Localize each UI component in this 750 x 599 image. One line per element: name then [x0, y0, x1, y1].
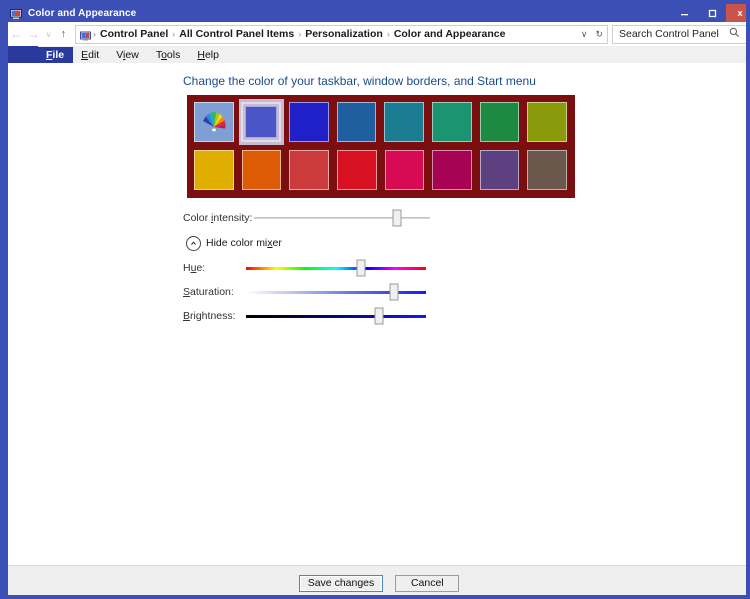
swatch-indigo-blue[interactable] — [238, 99, 285, 145]
swatch-row-2 — [194, 150, 575, 190]
color-intensity-label: Color intensity: — [183, 212, 253, 224]
window-icon — [10, 7, 22, 19]
breadcrumb-separator: › — [298, 29, 302, 39]
search-input[interactable]: Search Control Panel — [612, 24, 746, 44]
slider-row-brightness: Brightness: — [183, 304, 583, 328]
hide-color-mixer-label: Hide color mixer — [206, 237, 282, 249]
brightness-thumb[interactable] — [374, 307, 384, 325]
breadcrumb[interactable]: › Control Panel › All Control Panel Item… — [75, 24, 608, 44]
swatch-selection-frame — [241, 102, 282, 142]
saturation-thumb[interactable] — [389, 283, 399, 301]
maximize-button[interactable] — [698, 4, 726, 22]
swatch-magenta-purple[interactable] — [432, 150, 472, 190]
slider-row-saturation: Saturation: — [183, 280, 583, 304]
swatch-taupe-brown[interactable] — [527, 150, 567, 190]
breadcrumb-separator: › — [386, 29, 390, 39]
content-area: Change the color of your taskbar, window… — [8, 63, 746, 565]
slider-row-hue: Hue: — [183, 256, 583, 280]
breadcrumb-item-color-and-appearance[interactable]: Color and Appearance — [392, 28, 508, 40]
brightness-track[interactable] — [246, 314, 426, 318]
breadcrumb-item-personalization[interactable]: Personalization — [303, 28, 385, 40]
swatch-teal-blue[interactable] — [384, 102, 425, 142]
search-icon[interactable] — [729, 25, 740, 43]
menu-bar-accent — [8, 46, 38, 63]
saturation-track-wrap[interactable] — [246, 283, 426, 301]
color-intensity-track-wrap[interactable] — [254, 209, 430, 227]
breadcrumb-dropdown-icon[interactable]: ∨ — [577, 29, 592, 40]
save-changes-button[interactable]: Save changes — [298, 574, 384, 592]
swatch-pumpkin-orange[interactable] — [241, 150, 282, 190]
swatch-royal-blue[interactable] — [289, 102, 329, 142]
command-bar: Save changes Cancel — [8, 565, 746, 595]
menu-bar: File Edit View Tools Help — [8, 46, 746, 63]
swatch-custom-color-picker[interactable] — [194, 102, 234, 142]
menu-item-view[interactable]: View — [108, 47, 148, 63]
cancel-button[interactable]: Cancel — [395, 574, 460, 592]
menu-item-tools[interactable]: Tools — [148, 47, 190, 63]
hue-track[interactable] — [246, 266, 426, 270]
brightness-track-wrap[interactable] — [246, 307, 426, 325]
hue-label: Hue: — [183, 262, 206, 274]
menu-item-file[interactable]: File — [38, 46, 74, 63]
swatch-row-1 — [194, 99, 575, 145]
control-panel-icon — [80, 29, 91, 41]
color-intensity-thumb[interactable] — [392, 209, 402, 227]
breadcrumb-item-all-control-panel-items[interactable]: All Control Panel Items — [177, 28, 296, 40]
back-button[interactable]: ← — [8, 23, 25, 45]
brightness-label: Brightness: — [183, 310, 236, 322]
saturation-label: Saturation: — [183, 286, 234, 298]
breadcrumb-separator: › — [172, 29, 176, 39]
hue-thumb[interactable] — [356, 259, 366, 277]
saturation-track[interactable] — [246, 290, 426, 294]
slider-row-color-intensity: Color intensity: — [183, 206, 583, 230]
swatch-olive-green[interactable] — [527, 102, 568, 142]
color-intensity-track[interactable] — [254, 217, 430, 219]
swatch-brick-red[interactable] — [289, 150, 329, 190]
swatch-emerald-green[interactable] — [479, 102, 520, 142]
chevron-up-circle-icon[interactable] — [186, 235, 201, 251]
swatch-steel-blue[interactable] — [336, 102, 377, 142]
breadcrumb-separator: › — [93, 29, 96, 39]
page-title: Change the color of your taskbar, window… — [183, 74, 536, 88]
swatch-sea-green[interactable] — [432, 102, 472, 142]
swatch-gold-yellow[interactable] — [194, 150, 234, 190]
swatch-violet-purple[interactable] — [479, 150, 520, 190]
menu-item-edit[interactable]: Edit — [73, 47, 108, 63]
breadcrumb-item-control-panel[interactable]: Control Panel — [98, 28, 170, 40]
slider-area: Color intensity: Hue: Saturation: Bright… — [183, 206, 583, 328]
window-frame: Color and Appearance x ← → ∨ ↑ › Control… — [0, 0, 750, 599]
hide-color-mixer-toggle[interactable]: Hide color mixer — [186, 235, 282, 251]
close-button[interactable]: x — [726, 4, 746, 22]
up-button[interactable]: ↑ — [55, 23, 72, 45]
title-bar[interactable]: Color and Appearance x — [4, 4, 746, 22]
history-dropdown-icon[interactable]: ∨ — [42, 23, 55, 45]
refresh-icon[interactable]: ↻ — [591, 29, 607, 40]
menu-item-file-rest: ile — [52, 48, 65, 61]
window-title: Color and Appearance — [28, 7, 137, 19]
swatch-fill — [245, 106, 278, 138]
hue-track-wrap[interactable] — [246, 259, 426, 277]
menu-item-edit-rest: dit — [88, 48, 100, 61]
forward-button[interactable]: → — [25, 23, 42, 45]
color-swatch-panel — [187, 95, 575, 198]
swatch-rose-pink[interactable] — [384, 150, 425, 190]
minimize-button[interactable] — [670, 4, 698, 22]
address-bar: ← → ∨ ↑ › Control Panel › All Control Pa… — [8, 22, 746, 46]
search-placeholder: Search Control Panel — [619, 28, 719, 40]
swatch-crimson-red[interactable] — [336, 150, 377, 190]
menu-item-help[interactable]: Help — [189, 47, 228, 63]
color-fan-icon — [200, 107, 228, 138]
